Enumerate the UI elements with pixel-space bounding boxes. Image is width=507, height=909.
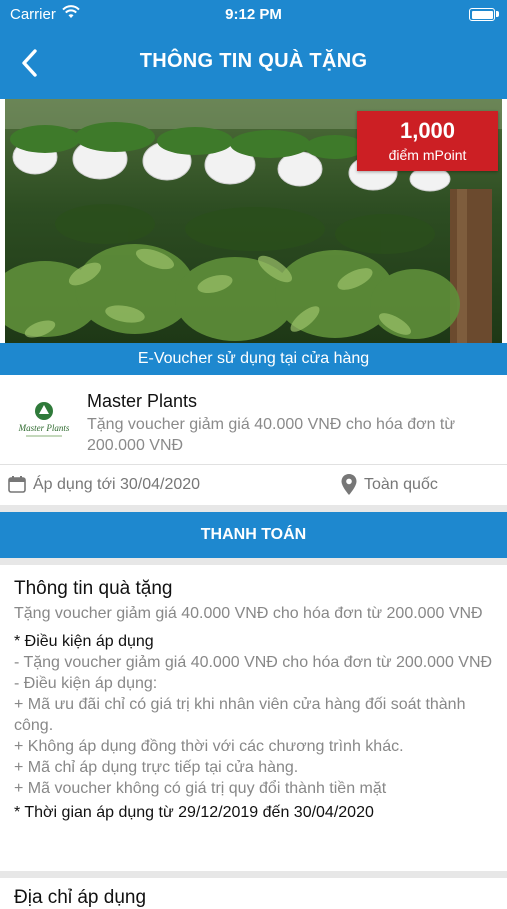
clock: 9:12 PM	[225, 6, 282, 23]
validity-period: * Thời gian áp dụng từ 29/12/2019 đến 30…	[14, 804, 374, 821]
merchant-description: Tặng voucher giảm giá 40.000 VNĐ cho hóa…	[87, 416, 456, 454]
condition-line: - Tặng voucher giảm giá 40.000 VNĐ cho h…	[14, 654, 493, 671]
gift-details: Thông tin quà tặng Tặng voucher giảm giá…	[14, 577, 497, 823]
applicable-region: Toàn quốc	[364, 476, 438, 493]
merchant-logo-text: Master Plants	[18, 423, 70, 433]
voucher-type-banner: E-Voucher sử dụng tại cửa hàng	[0, 343, 507, 375]
section-separator	[0, 558, 507, 565]
condition-line: - Điều kiện áp dụng:	[14, 675, 158, 692]
merchant-row[interactable]: Master Plants Master Plants Tặng voucher…	[0, 376, 507, 464]
details-summary: Tặng voucher giảm giá 40.000 VNĐ cho hóa…	[14, 605, 483, 622]
location-pin-icon	[341, 474, 357, 495]
condition-line: + Không áp dụng đồng thời với các chương…	[14, 738, 404, 755]
points-price-badge: 1,000 điểm mPoint	[357, 111, 498, 171]
page-title: THÔNG TIN QUÀ TẶNG	[139, 50, 368, 72]
condition-line: + Mã voucher không có giá trị quy đổi th…	[14, 780, 387, 797]
status-bar: Carrier 9:12 PM	[0, 0, 507, 28]
calendar-icon	[8, 475, 26, 493]
section-separator	[0, 871, 507, 878]
section-separator	[0, 505, 507, 512]
battery-icon	[469, 8, 495, 21]
details-title: Thông tin quà tặng	[14, 578, 173, 599]
condition-line: + Mã ưu đãi chỉ có giá trị khi nhân viên…	[14, 696, 466, 734]
conditions-heading: * Điều kiện áp dụng	[14, 633, 154, 650]
merchant-logo: Master Plants	[14, 397, 74, 443]
condition-line: + Mã chỉ áp dụng trực tiếp tại cửa hàng.	[14, 759, 299, 776]
pay-button[interactable]: THANH TOÁN	[0, 512, 507, 558]
merchant-name: Master Plants	[87, 391, 198, 411]
points-unit: điểm mPoint	[388, 147, 467, 163]
validity-row: Áp dụng tới 30/04/2020 Toàn quốc	[0, 465, 507, 505]
battery-tip	[496, 11, 499, 17]
valid-until-date: Áp dụng tới 30/04/2020	[33, 476, 201, 493]
address-section-title: Địa chỉ áp dụng	[14, 887, 147, 908]
points-value: 1,000	[399, 118, 456, 143]
